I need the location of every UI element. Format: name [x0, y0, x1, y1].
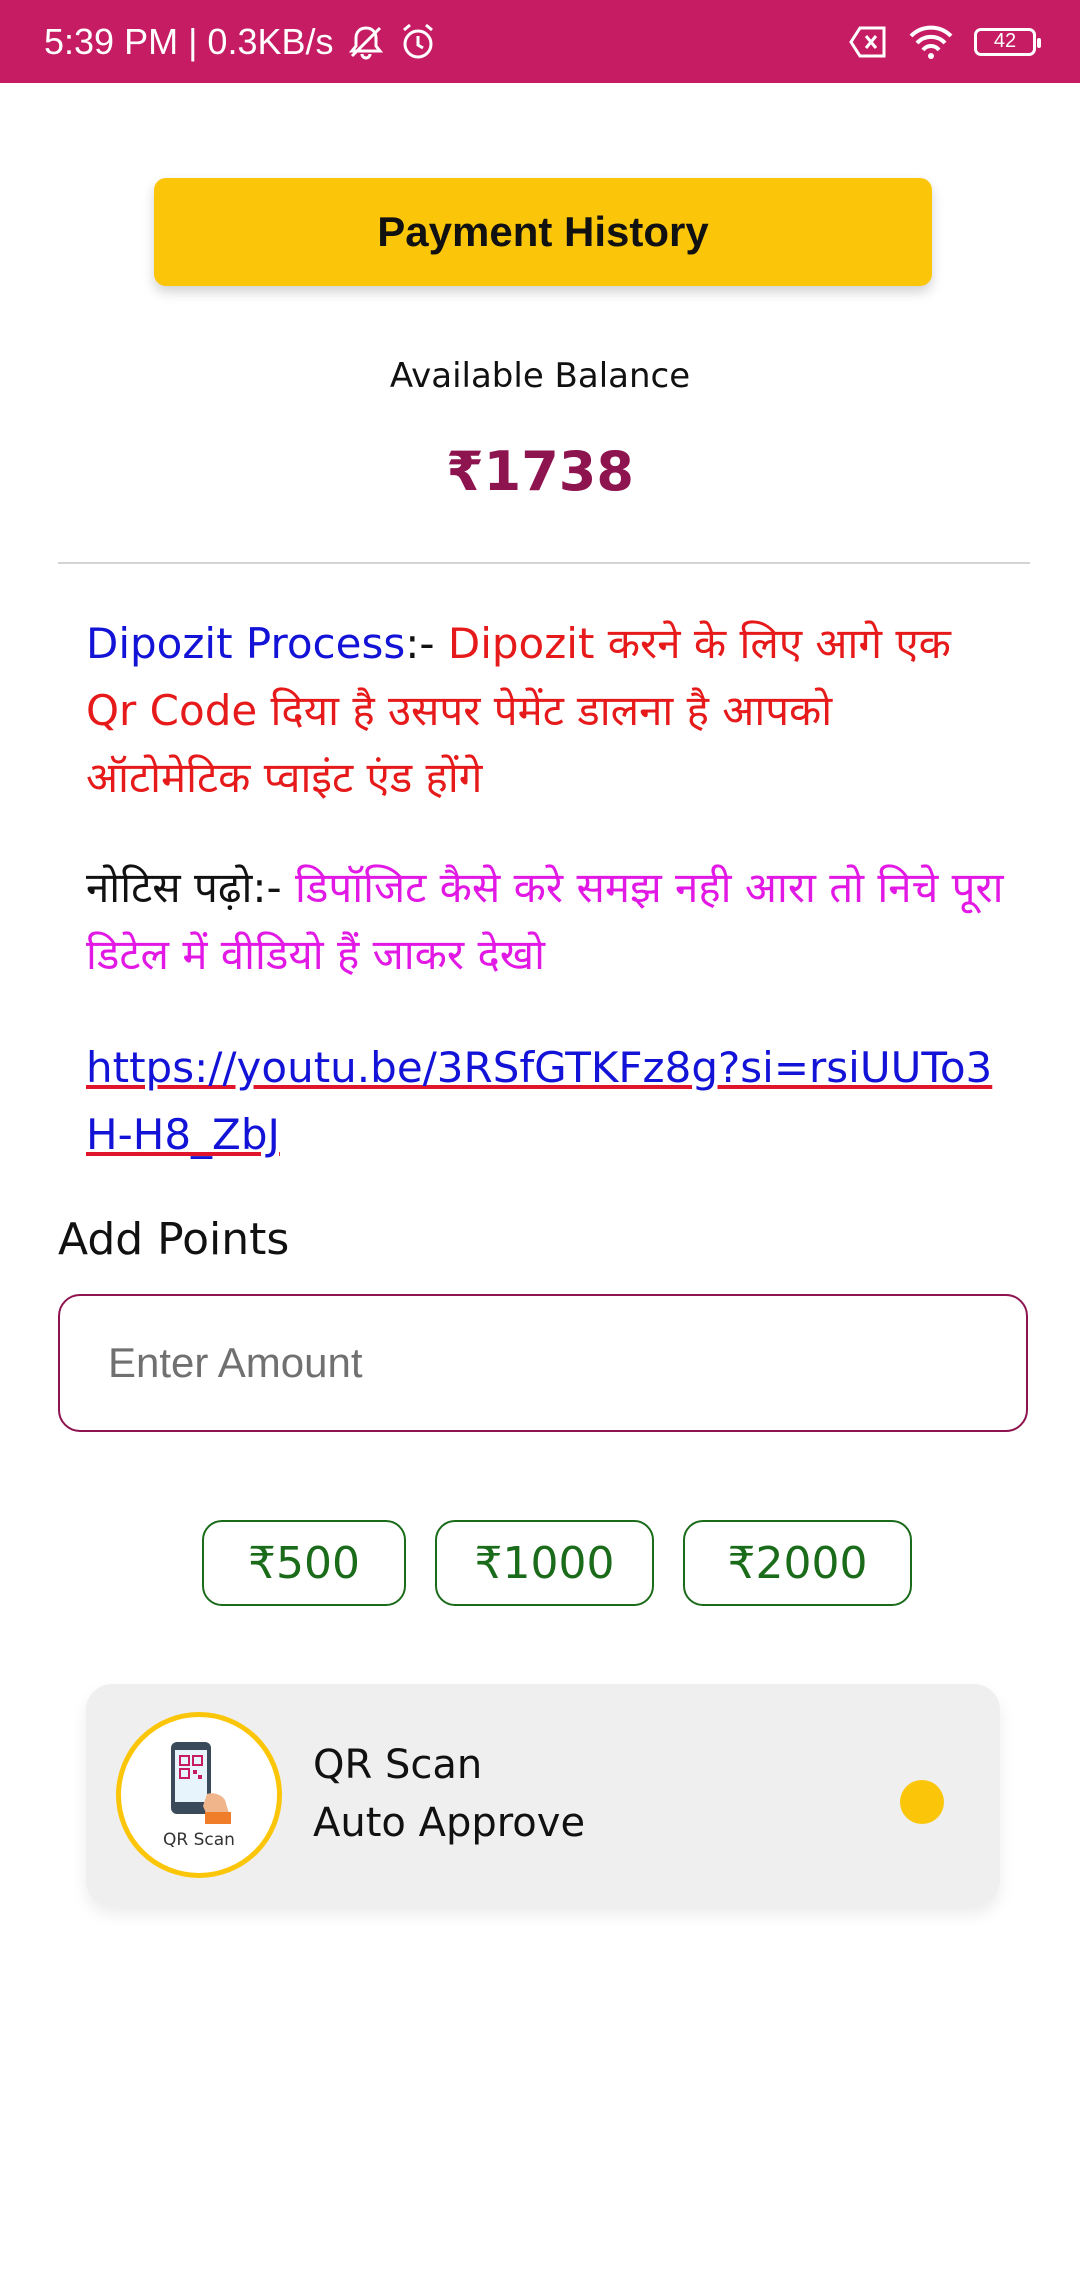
amount-field[interactable]	[58, 1294, 1028, 1432]
deposit-separator: :-	[405, 619, 448, 668]
amount-chip-label: ₹500	[248, 1537, 360, 1589]
alarm-icon	[398, 22, 438, 62]
notice-heading: नोटिस पढ़ो:-	[86, 863, 296, 912]
available-balance-value: ₹1738	[446, 440, 634, 503]
qr-scan-title: QR Scan	[313, 1742, 483, 1788]
qr-scan-option[interactable]: QR Scan QR Scan Auto Approve	[86, 1684, 1000, 1906]
amount-chip-label: ₹2000	[727, 1537, 868, 1589]
notice-text: नोटिस पढ़ो:- डिपॉजिट कैसे करे समझ नही आर…	[86, 854, 1006, 988]
status-time-speed: 5:39 PM | 0.3KB/s	[44, 20, 334, 62]
no-sim-icon	[848, 25, 888, 59]
amount-input[interactable]	[106, 1338, 970, 1388]
wifi-icon	[908, 24, 954, 60]
battery-level: 42	[993, 30, 1017, 52]
selected-radio-indicator[interactable]	[900, 1780, 944, 1824]
payment-history-label: Payment History	[377, 208, 709, 255]
battery-icon: 42	[974, 27, 1041, 56]
status-bar: 5:39 PM | 0.3KB/s 42	[0, 0, 1080, 83]
qr-phone-icon	[171, 1742, 231, 1824]
mute-icon	[346, 24, 386, 60]
qr-scan-avatar: QR Scan	[116, 1712, 282, 1878]
amount-chip-label: ₹1000	[474, 1537, 615, 1589]
add-points-label: Add Points	[58, 1214, 290, 1265]
amount-chip-1000[interactable]: ₹1000	[435, 1520, 654, 1606]
available-balance-label: Available Balance	[389, 356, 691, 396]
video-link-block: https://youtu.be/3RSfGTKFz8g?si=rsiUUTo3…	[86, 1034, 1006, 1168]
divider	[58, 562, 1030, 564]
video-link[interactable]: https://youtu.be/3RSfGTKFz8g?si=rsiUUTo3…	[86, 1043, 992, 1159]
deposit-process-heading: Dipozit Process	[86, 619, 406, 668]
qr-scan-subtitle: Auto Approve	[313, 1800, 586, 1846]
amount-chip-500[interactable]: ₹500	[202, 1520, 406, 1606]
qr-scan-caption: QR Scan	[163, 1830, 235, 1850]
payment-history-button[interactable]: Payment History	[154, 178, 932, 286]
amount-chip-2000[interactable]: ₹2000	[683, 1520, 912, 1606]
quick-amount-row: ₹500 ₹1000 ₹2000	[0, 1520, 1080, 1608]
deposit-process-text: Dipozit Process:- Dipozit करने के लिए आग…	[86, 610, 1006, 811]
